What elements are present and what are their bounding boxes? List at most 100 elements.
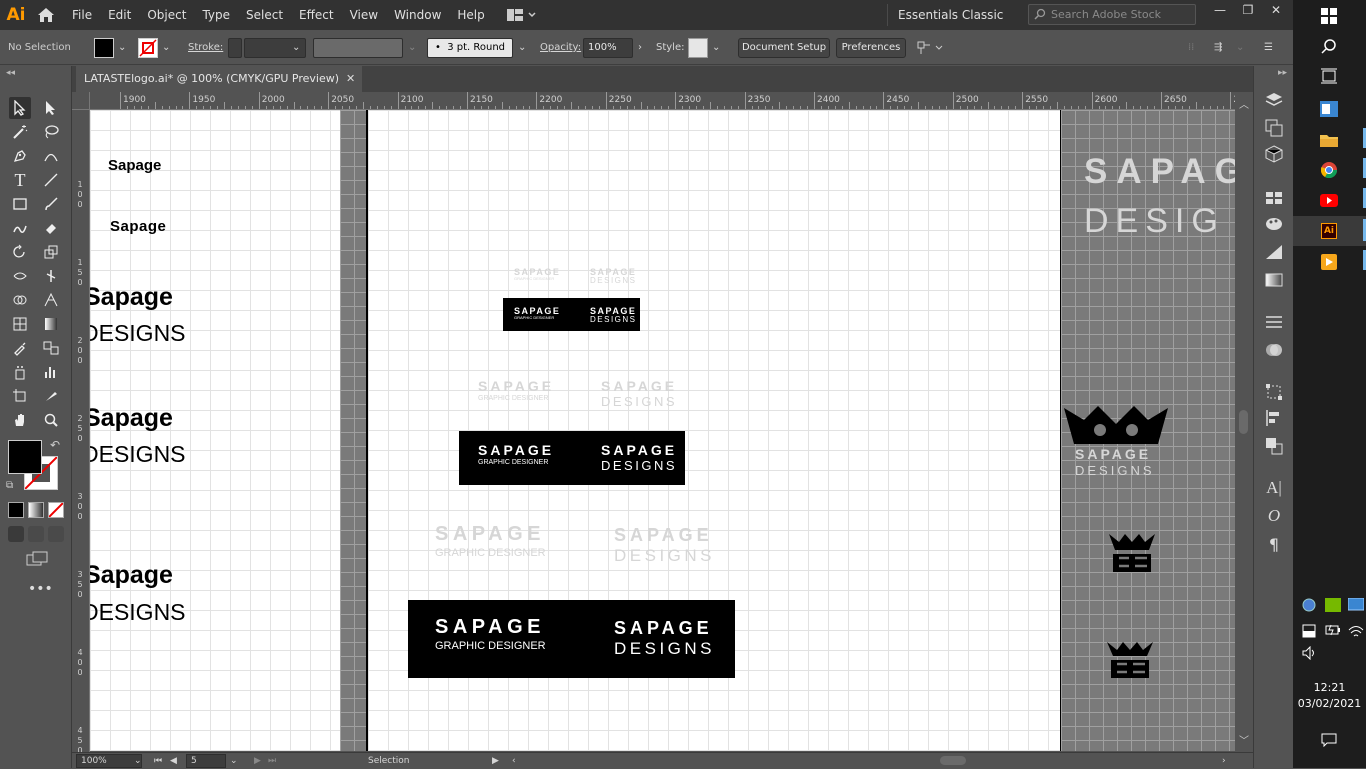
menu-object[interactable]: Object (139, 0, 194, 30)
close-tab-icon[interactable]: ✕ (346, 66, 355, 92)
color-mode-icon[interactable] (8, 502, 24, 518)
logo-large-title-a[interactable]: SAPAGE (435, 523, 545, 546)
wordmark-1[interactable]: Sapage (108, 157, 161, 174)
logo-medium-title-a[interactable]: SAPAGE (478, 378, 554, 394)
artboard-dropdown-icon[interactable]: ⌄ (230, 753, 238, 769)
lasso-tool-icon[interactable] (40, 121, 62, 143)
wifi-icon[interactable] (1348, 624, 1364, 641)
profile-dropdown-icon[interactable]: ⌄ (408, 38, 416, 58)
opentype-panel-icon[interactable]: O (1264, 506, 1284, 526)
action-center-icon[interactable] (1317, 728, 1341, 752)
volume-icon[interactable] (1302, 645, 1318, 663)
menu-file[interactable]: File (66, 0, 100, 30)
preferences-button[interactable]: Preferences (836, 38, 906, 58)
search-icon[interactable] (1317, 34, 1341, 58)
character-panel-icon[interactable]: A| (1264, 478, 1284, 498)
transform-icon[interactable]: ⇶ (1214, 38, 1222, 58)
chrome-icon[interactable] (1317, 158, 1341, 182)
line-tool-icon[interactable] (40, 169, 62, 191)
opacity-label[interactable]: Opacity: (540, 38, 581, 58)
status-menu-icon[interactable]: ▶ (492, 753, 499, 769)
magic-wand-tool-icon[interactable] (9, 121, 31, 143)
opacity-chevron-icon[interactable]: › (638, 38, 642, 58)
shape-builder-tool-icon[interactable] (9, 289, 31, 311)
width-tool-icon[interactable] (9, 265, 31, 287)
menu-view[interactable]: View (342, 0, 386, 30)
blend-tool-icon[interactable] (40, 337, 62, 359)
logo-small-sub-b[interactable]: DESIGNS (590, 276, 637, 285)
logo-medium-sub-b[interactable]: DESIGNS (601, 394, 677, 409)
zoom-field[interactable]: 100% (76, 754, 142, 768)
wordmark-2[interactable]: Sapage (110, 218, 166, 235)
wordmark-3-sub[interactable]: DESIGNS (90, 320, 186, 347)
vertical-scroll-thumb[interactable] (1239, 410, 1248, 434)
gradient-panel-icon[interactable] (1264, 270, 1284, 290)
brush-definition[interactable]: • 3 pt. Round (427, 38, 513, 58)
system-clock[interactable]: 12:21 03/02/2021 (1293, 680, 1366, 712)
draw-behind-icon[interactable] (28, 526, 44, 542)
minimize-button[interactable]: — (1206, 0, 1234, 22)
display-tray-icon[interactable] (1347, 597, 1365, 615)
menu-help[interactable]: Help (449, 0, 492, 30)
shaper-tool-icon[interactable] (9, 217, 31, 239)
logo-medium-sub-a[interactable]: GRAPHIC DESIGNER (478, 395, 548, 402)
workspace-switcher[interactable]: Essentials Classic ⌄ (887, 4, 1014, 44)
draw-inside-icon[interactable] (48, 526, 64, 542)
opacity-field[interactable]: 100% (583, 38, 633, 58)
transform-panel-icon[interactable] (1264, 382, 1284, 402)
expand-panels-icon[interactable]: ▸▸ (1278, 68, 1287, 78)
menu-select[interactable]: Select (238, 0, 291, 30)
arrange-icon[interactable]: ⁞⁞ (1188, 38, 1194, 58)
windows-start-icon[interactable] (1317, 4, 1341, 28)
stroke-label[interactable]: Stroke: (188, 38, 223, 58)
gradient-mode-icon[interactable] (28, 502, 44, 518)
perspective-grid-tool-icon[interactable] (40, 289, 62, 311)
document-tab[interactable]: LATASTElogo.ai* @ 100% (CMYK/GPU Preview… (76, 66, 362, 92)
file-explorer-icon[interactable] (1317, 128, 1341, 152)
mesh-tool-icon[interactable] (9, 313, 31, 335)
control-dropdown-icon[interactable]: ⌄ (1236, 38, 1244, 58)
color-guide-panel-icon[interactable] (1264, 242, 1284, 262)
crown-monogram-icon-1[interactable] (1107, 532, 1157, 577)
wordmark-3[interactable]: Sapage (90, 283, 173, 312)
column-graph-tool-icon[interactable] (40, 361, 62, 383)
fill-swatch[interactable] (94, 38, 114, 58)
artboard-canvas[interactable]: Sapage Sapage Sapage DESIGNS Sapage DESI… (90, 110, 1235, 751)
wordmark-4-sub[interactable]: DESIGNS (90, 441, 186, 468)
network-tray-icon[interactable] (1302, 598, 1316, 615)
brush-dropdown-icon[interactable]: ⌄ (518, 38, 526, 58)
default-colors-icon[interactable]: ⧉ (6, 480, 13, 491)
big-subtitle[interactable]: DESIG (1084, 202, 1225, 241)
align-panel-icon[interactable] (1264, 408, 1284, 428)
slice-tool-icon[interactable] (40, 385, 62, 407)
graphic-style-swatch[interactable] (688, 38, 708, 58)
puppet-warp-tool-icon[interactable] (40, 265, 62, 287)
rotate-tool-icon[interactable] (9, 241, 31, 263)
gradient-tool-icon[interactable] (40, 313, 62, 335)
vertical-ruler[interactable]: 1 0 0 1 5 0 2 0 0 2 5 0 3 0 0 3 5 0 4 0 0 4 5 0 (72, 92, 90, 752)
crown-subtitle[interactable]: DESIGNS (1075, 463, 1155, 478)
menu-window[interactable]: Window (386, 0, 449, 30)
wordmark-5[interactable]: Sapage (90, 561, 173, 590)
style-dropdown-icon[interactable]: ⌄ (712, 38, 720, 58)
search-input[interactable]: Search Adobe Stock (1028, 4, 1196, 25)
logo-medium-title-b[interactable]: SAPAGE (601, 378, 677, 394)
vertical-scrollbar[interactable]: ︿ ﹀ (1235, 92, 1253, 752)
stroke-swatch[interactable] (138, 38, 158, 58)
scale-tool-icon[interactable] (40, 241, 62, 263)
menu-type[interactable]: Type (194, 0, 238, 30)
eraser-tool-icon[interactable] (40, 217, 62, 239)
youtube-icon[interactable] (1317, 188, 1341, 212)
scroll-down-icon[interactable]: ﹀ (1239, 732, 1249, 747)
big-title[interactable]: SAPAG (1084, 152, 1235, 192)
logo-large-sub-b[interactable]: DESIGNS (614, 546, 715, 566)
logo-large-sub-a[interactable]: GRAPHIC DESIGNER (435, 547, 546, 559)
menu-effect[interactable]: Effect (291, 0, 342, 30)
layers-panel-icon[interactable] (1264, 90, 1284, 110)
stroke-dropdown-icon[interactable]: ⌄ (162, 38, 170, 58)
zoom-tool-icon[interactable] (40, 409, 62, 431)
crown-title[interactable]: SAPAGE (1075, 446, 1151, 462)
next-artboard-icon[interactable]: ▶ (254, 753, 261, 769)
arrange-documents-icon[interactable] (506, 0, 537, 30)
swap-colors-icon[interactable]: ↶ (50, 438, 60, 452)
